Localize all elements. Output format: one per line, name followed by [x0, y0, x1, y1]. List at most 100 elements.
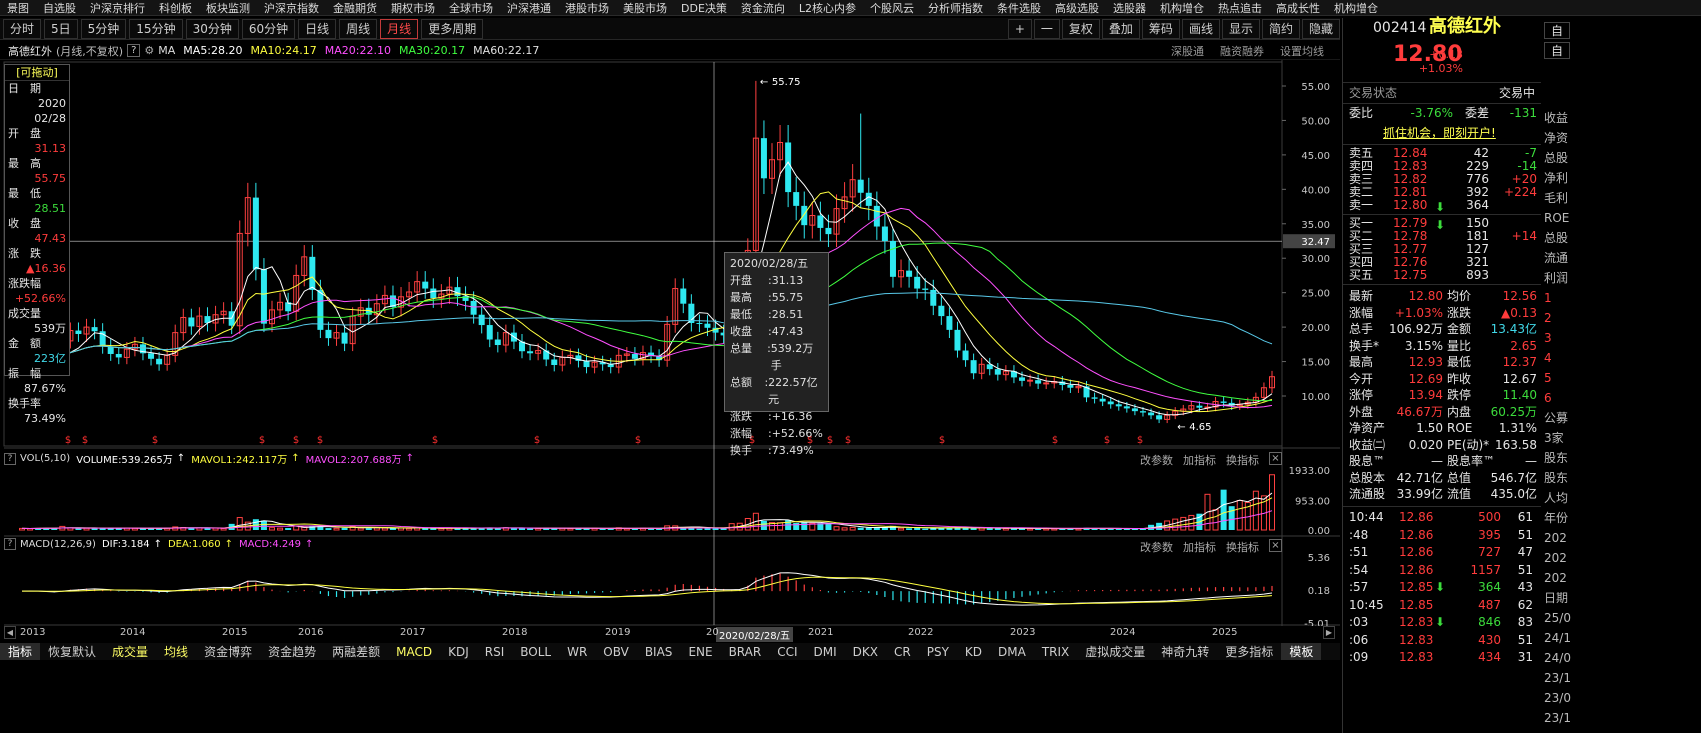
dividend-marker: $: [82, 435, 88, 446]
chart-tool-button[interactable]: 显示: [1221, 18, 1260, 39]
menu-item[interactable]: 港股市场: [558, 0, 616, 15]
indicator-tab[interactable]: 恢复默认: [40, 643, 104, 660]
indicator-tab[interactable]: MACD: [388, 645, 440, 659]
indicator-tab[interactable]: DMA: [990, 645, 1034, 659]
menu-item[interactable]: 条件选股: [990, 0, 1048, 15]
indicator-tab[interactable]: 均线: [156, 643, 196, 660]
scroll-left-button[interactable]: ◀: [4, 626, 16, 639]
menu-item[interactable]: 科创板: [152, 0, 199, 15]
chart-tool-button[interactable]: 筹码: [1141, 18, 1180, 39]
candle-body: [881, 226, 888, 241]
candle-body: [1067, 384, 1074, 388]
menu-item[interactable]: 机构增仓: [1153, 0, 1211, 15]
gear-icon[interactable]: ⚙: [144, 44, 154, 57]
timeframe-tab[interactable]: 周线: [339, 18, 378, 39]
info-panel[interactable]: [可拖动] 日 期 2020 02/28 开 盘 31.13 最 高 55.75 最 低 28.…: [4, 64, 70, 425]
timeframe-tab[interactable]: 日线: [298, 18, 337, 39]
menu-item[interactable]: 资金流向: [734, 0, 792, 15]
indicator-tab[interactable]: DMI: [806, 645, 845, 659]
menu-item[interactable]: 美股市场: [616, 0, 674, 15]
menu-item[interactable]: 景图: [0, 0, 36, 15]
tooltip-row: 涨幅: +52.66%: [730, 425, 823, 442]
timeframe-tab[interactable]: 30分钟: [185, 18, 239, 39]
menu-item[interactable]: 全球市场: [442, 0, 500, 15]
indicator-tab[interactable]: 资金趋势: [260, 643, 324, 660]
help-icon[interactable]: ?: [4, 452, 16, 465]
indicator-tab[interactable]: 两融差额: [324, 643, 388, 660]
indicator-tab[interactable]: PSY: [919, 645, 957, 659]
indicator-tab[interactable]: 资金博弈: [196, 643, 260, 660]
indicator-tab[interactable]: 成交量: [104, 643, 156, 660]
timeframe-tab[interactable]: 分时: [3, 18, 42, 39]
chart-tool-button[interactable]: 隐藏: [1301, 18, 1340, 39]
edit-params-link[interactable]: 改参数: [1140, 539, 1173, 555]
chart-tool-button[interactable]: 叠加: [1101, 18, 1140, 39]
indicator-tab[interactable]: WR: [559, 645, 595, 659]
menu-item[interactable]: 沪深京指数: [257, 0, 326, 15]
menu-item[interactable]: 个股风云: [863, 0, 921, 15]
side-button[interactable]: 自: [1544, 22, 1571, 39]
timeframe-tab[interactable]: 5日: [44, 18, 78, 39]
help-icon[interactable]: ?: [4, 538, 16, 550]
help-icon[interactable]: ?: [127, 44, 141, 57]
indicator-tab[interactable]: KDJ: [440, 645, 477, 659]
menu-item[interactable]: 沪深港通: [500, 0, 558, 15]
indicator-tab[interactable]: RSI: [477, 645, 513, 659]
chart-tool-button[interactable]: 简约: [1261, 18, 1300, 39]
timeframe-tab[interactable]: 5分钟: [80, 18, 127, 39]
menu-item[interactable]: 选股器: [1106, 0, 1153, 15]
edit-params-link[interactable]: 改参数: [1140, 452, 1173, 468]
hk-connect-link[interactable]: 深股通: [1171, 43, 1204, 59]
time-axis[interactable]: ◀ ▶ 2020/02/28/五 2013 2014 2015 2016 2017 201…: [0, 626, 1340, 642]
indicator-tab[interactable]: OBV: [595, 645, 637, 659]
menu-item[interactable]: 板块监测: [199, 0, 257, 15]
scroll-right-button[interactable]: ▶: [1323, 626, 1335, 639]
timeframe-tab[interactable]: 15分钟: [129, 18, 183, 39]
menu-item[interactable]: DDE决策: [674, 0, 734, 15]
menu-item[interactable]: 高级选股: [1048, 0, 1106, 15]
volume-bar: [220, 527, 227, 531]
indicator-tab[interactable]: CR: [886, 645, 919, 659]
menu-item[interactable]: L2核心内参: [792, 0, 863, 15]
switch-indicator-link[interactable]: 换指标: [1226, 539, 1259, 555]
indicator-tab[interactable]: 神奇九转: [1153, 643, 1217, 660]
menu-item[interactable]: 热点追击: [1211, 0, 1269, 15]
timeframe-tab[interactable]: 月线: [380, 18, 419, 39]
margin-link[interactable]: 融资融券: [1220, 43, 1264, 59]
menu-item[interactable]: 自选股: [36, 0, 83, 15]
chart-header: 高德红外 (月线,不复权) ? ⚙ MA MA5:28.20 MA10:24.1…: [0, 42, 1340, 60]
switch-indicator-link[interactable]: 换指标: [1226, 452, 1259, 468]
indicator-tab[interactable]: ENE: [680, 645, 720, 659]
menu-item[interactable]: 机构增仓: [1327, 0, 1385, 15]
menu-item[interactable]: 金融期货: [326, 0, 384, 15]
close-icon[interactable]: ×: [1269, 452, 1282, 465]
menu-item[interactable]: 高成长性: [1269, 0, 1327, 15]
add-indicator-link[interactable]: 加指标: [1183, 452, 1216, 468]
indicator-tab[interactable]: KD: [957, 645, 990, 659]
indicator-tab[interactable]: CCI: [769, 645, 805, 659]
chart-tool-button[interactable]: 画线: [1181, 18, 1220, 39]
indicator-tab[interactable]: 更多指标: [1217, 643, 1281, 660]
indicator-tab[interactable]: DKX: [845, 645, 886, 659]
promo-link[interactable]: 抓住机会，即刻开户!: [1383, 125, 1496, 142]
menu-item[interactable]: 沪深京排行: [83, 0, 152, 15]
ma-settings-link[interactable]: 设置均线: [1280, 43, 1324, 59]
side-button[interactable]: 自: [1544, 42, 1571, 59]
timeframe-tab[interactable]: 更多周期: [421, 18, 484, 39]
menu-item[interactable]: 分析师指数: [921, 0, 990, 15]
indicator-tab[interactable]: 指标: [0, 643, 41, 660]
timeframe-tab[interactable]: 60分钟: [241, 18, 296, 39]
chart-tool-button[interactable]: +: [1007, 18, 1032, 39]
candle-body: [494, 339, 501, 346]
indicator-tab[interactable]: BRAR: [721, 645, 770, 659]
chart-tool-button[interactable]: 复权: [1061, 18, 1100, 39]
indicator-tab[interactable]: 模板: [1281, 643, 1322, 660]
close-icon[interactable]: ×: [1269, 539, 1282, 552]
menu-item[interactable]: 期权市场: [384, 0, 442, 15]
indicator-tab[interactable]: BOLL: [512, 645, 559, 659]
add-indicator-link[interactable]: 加指标: [1183, 539, 1216, 555]
indicator-tab[interactable]: TRIX: [1034, 645, 1077, 659]
indicator-tab[interactable]: BIAS: [637, 645, 681, 659]
chart-tool-button[interactable]: 一: [1033, 18, 1060, 39]
indicator-tab[interactable]: 虚拟成交量: [1077, 643, 1153, 660]
